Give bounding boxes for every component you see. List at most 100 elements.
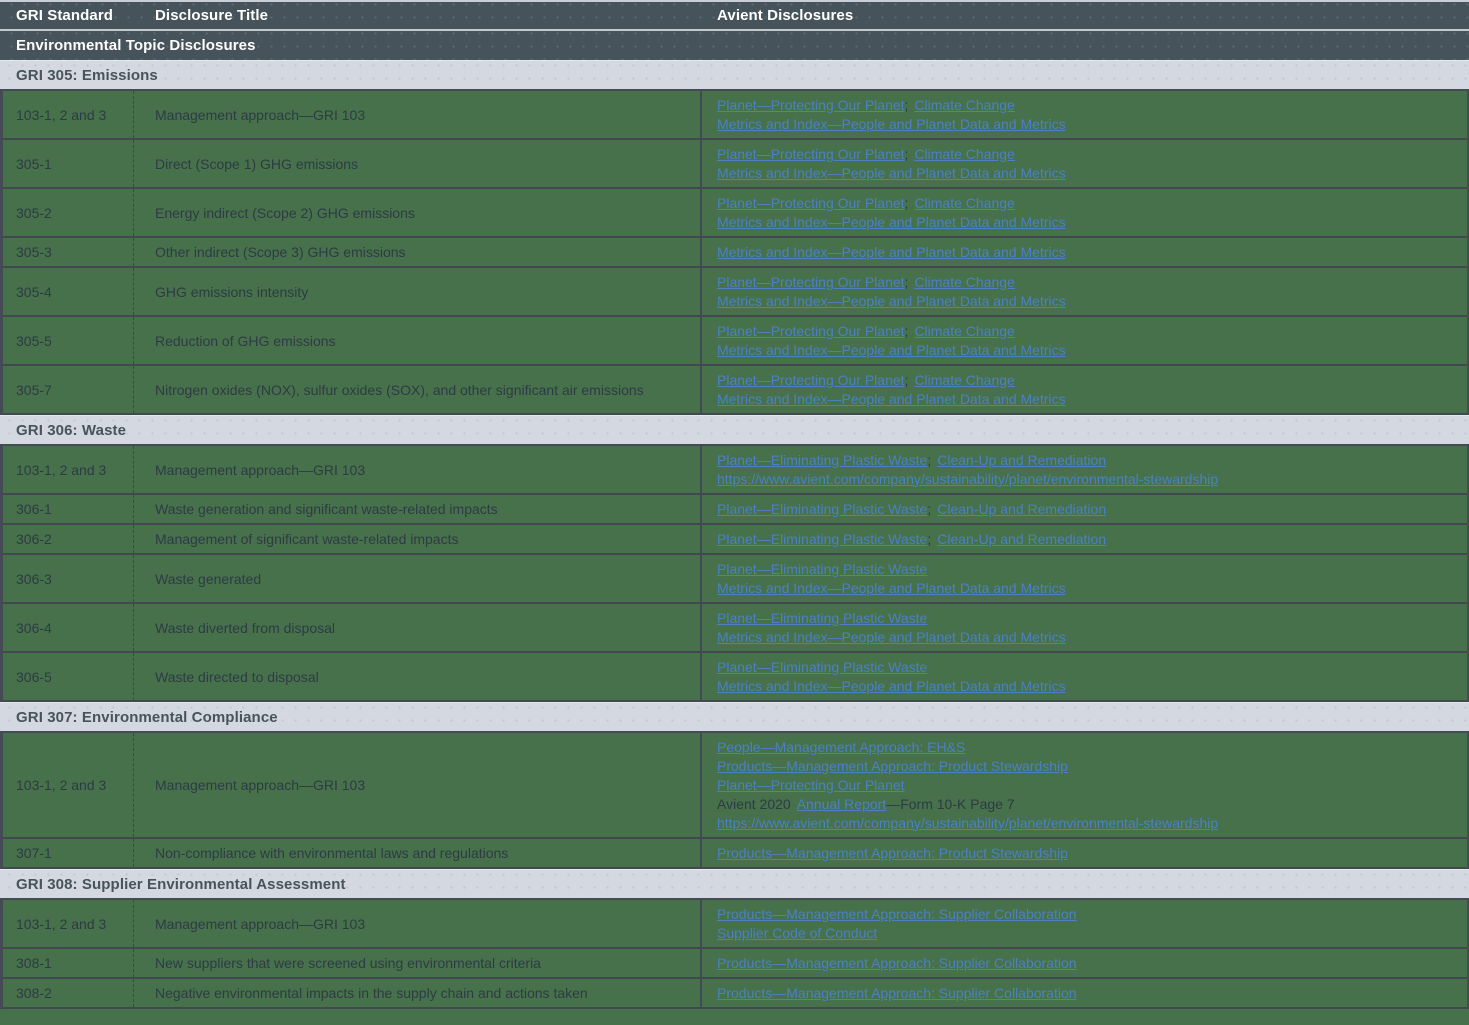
disclosure-title-cell: Energy indirect (Scope 2) GHG emissions bbox=[133, 189, 700, 236]
gri-standard-value: 308-2 bbox=[16, 985, 133, 1001]
disclosure-text: ; bbox=[927, 501, 937, 517]
disclosure-link[interactable]: Clean-Up and Remediation bbox=[937, 452, 1106, 468]
disclosure-link[interactable]: Planet—Eliminating Plastic Waste bbox=[717, 610, 927, 626]
disclosure-title-cell: Waste diverted from disposal bbox=[133, 604, 700, 651]
disclosure-link[interactable]: https://www.avient.com/company/sustainab… bbox=[717, 815, 1218, 831]
disclosure-link[interactable]: People—Management Approach: EH&S bbox=[717, 739, 965, 755]
gri-standard-cell: 308-2 bbox=[3, 979, 133, 1007]
avient-disclosures-cell: Planet—Protecting Our Planet;Climate Cha… bbox=[700, 366, 1467, 413]
disclosure-title-cell: Management approach—GRI 103 bbox=[133, 91, 700, 138]
disclosure-link[interactable]: Climate Change bbox=[914, 323, 1014, 339]
disclosure-link[interactable]: Metrics and Index—People and Planet Data… bbox=[717, 580, 1066, 596]
disclosure-title-cell: Waste directed to disposal bbox=[133, 653, 700, 700]
disclosure-link[interactable]: Climate Change bbox=[914, 146, 1014, 162]
gri-standard-cell: 103-1, 2 and 3 bbox=[3, 900, 133, 947]
disclosure-link[interactable]: Planet—Eliminating Plastic Waste bbox=[717, 452, 927, 468]
disclosure-link[interactable]: Products—Management Approach: Supplier C… bbox=[717, 955, 1077, 971]
section-body: 103-1, 2 and 3 Management approach—GRI 10… bbox=[0, 900, 1469, 1009]
disclosure-link[interactable]: Products—Management Approach: Supplier C… bbox=[717, 906, 1077, 922]
gri-standard-cell: 103-1, 2 and 3 bbox=[3, 733, 133, 837]
disclosure-link[interactable]: Climate Change bbox=[914, 372, 1014, 388]
disclosure-title-cell: Other indirect (Scope 3) GHG emissions bbox=[133, 238, 700, 266]
disclosure-link[interactable]: Metrics and Index—People and Planet Data… bbox=[717, 678, 1066, 694]
section-body: 103-1, 2 and 3Management approach—GRI 10… bbox=[0, 733, 1469, 869]
disclosure-line: Avient 2020Annual Report—Form 10-K Page … bbox=[717, 795, 1467, 814]
disclosure-link[interactable]: Metrics and Index—People and Planet Data… bbox=[717, 165, 1066, 181]
disclosure-title-value: Management approach—GRI 103 bbox=[155, 916, 700, 932]
disclosure-link[interactable]: Planet—Protecting Our Planet bbox=[717, 97, 905, 113]
disclosure-link[interactable]: Planet—Eliminating Plastic Waste bbox=[717, 531, 927, 547]
column-header-disclosure-title: Disclosure Title bbox=[133, 7, 700, 24]
disclosure-link[interactable]: Planet—Protecting Our Planet bbox=[717, 195, 905, 211]
disclosure-link[interactable]: Metrics and Index—People and Planet Data… bbox=[717, 293, 1066, 309]
disclosure-line: Metrics and Index—People and Planet Data… bbox=[717, 579, 1467, 598]
disclosure-link[interactable]: Metrics and Index—People and Planet Data… bbox=[717, 244, 1066, 260]
disclosure-title-cell: New suppliers that were screened using e… bbox=[133, 949, 700, 977]
disclosure-line: Planet—Eliminating Plastic Waste;Clean-U… bbox=[717, 451, 1467, 470]
disclosure-title-cell: Nitrogen oxides (NOX), sulfur oxides (SO… bbox=[133, 366, 700, 413]
disclosure-title-value: Waste generated bbox=[155, 571, 700, 587]
table-row: 305-3Other indirect (Scope 3) GHG emissi… bbox=[3, 238, 1467, 268]
disclosure-link[interactable]: Metrics and Index—People and Planet Data… bbox=[717, 116, 1066, 132]
disclosure-line: Planet—Protecting Our Planet bbox=[717, 776, 1467, 795]
disclosure-link[interactable]: Planet—Protecting Our Planet bbox=[717, 274, 905, 290]
gri-standard-value: 306-5 bbox=[16, 669, 133, 685]
disclosure-title-value: Reduction of GHG emissions bbox=[155, 333, 700, 349]
disclosure-line: Metrics and Index—People and Planet Data… bbox=[717, 243, 1467, 262]
disclosure-link[interactable]: Metrics and Index—People and Planet Data… bbox=[717, 391, 1066, 407]
gri-standard-value: 306-4 bbox=[16, 620, 133, 636]
group-header-row: Environmental Topic Disclosures bbox=[0, 31, 1469, 60]
section-header: GRI 307: Environmental Compliance bbox=[0, 702, 1469, 733]
disclosure-link[interactable]: Climate Change bbox=[914, 195, 1014, 211]
gri-standard-value: 306-2 bbox=[16, 531, 133, 547]
disclosure-link[interactable]: Products—Management Approach: Supplier C… bbox=[717, 985, 1077, 1001]
disclosure-link[interactable]: Products—Management Approach: Product St… bbox=[717, 758, 1068, 774]
gri-standard-cell: 305-3 bbox=[3, 238, 133, 266]
disclosure-line: Products—Management Approach: Product St… bbox=[717, 844, 1467, 863]
gri-standard-cell: 306-5 bbox=[3, 653, 133, 700]
disclosure-link[interactable]: Clean-Up and Remediation bbox=[937, 531, 1106, 547]
disclosure-text: ; bbox=[905, 97, 915, 113]
disclosure-title-value: Direct (Scope 1) GHG emissions bbox=[155, 156, 700, 172]
group-header-title: Environmental Topic Disclosures bbox=[0, 37, 256, 54]
disclosure-title-value: Energy indirect (Scope 2) GHG emissions bbox=[155, 205, 700, 221]
disclosure-line: Planet—Protecting Our Planet;Climate Cha… bbox=[717, 273, 1467, 292]
disclosure-line: Planet—Protecting Our Planet;Climate Cha… bbox=[717, 194, 1467, 213]
disclosure-line: Metrics and Index—People and Planet Data… bbox=[717, 677, 1467, 696]
disclosure-link[interactable]: Climate Change bbox=[914, 274, 1014, 290]
disclosure-link[interactable]: Climate Change bbox=[914, 97, 1014, 113]
disclosure-link[interactable]: Metrics and Index—People and Planet Data… bbox=[717, 629, 1066, 645]
gri-standard-cell: 305-5 bbox=[3, 317, 133, 364]
table-row: 305-4GHG emissions intensityPlanet—Prote… bbox=[3, 268, 1467, 317]
table-row: 306-1Waste generation and significant wa… bbox=[3, 495, 1467, 525]
disclosure-line: https://www.avient.com/company/sustainab… bbox=[717, 814, 1467, 833]
disclosure-link[interactable]: Clean-Up and Remediation bbox=[937, 501, 1106, 517]
disclosure-line: Planet—Eliminating Plastic Waste bbox=[717, 609, 1467, 628]
table-row: 103-1, 2 and 3Management approach—GRI 10… bbox=[3, 91, 1467, 140]
disclosure-link[interactable]: Products—Management Approach: Product St… bbox=[717, 845, 1068, 861]
disclosure-line: Planet—Eliminating Plastic Waste;Clean-U… bbox=[717, 530, 1467, 549]
disclosure-title-cell: Management approach—GRI 103 bbox=[133, 733, 700, 837]
disclosure-line: Products—Management Approach: Supplier C… bbox=[717, 984, 1467, 1003]
disclosure-text: ; bbox=[927, 452, 937, 468]
disclosure-link[interactable]: https://www.avient.com/company/sustainab… bbox=[717, 471, 1218, 487]
disclosure-link[interactable]: Planet—Protecting Our Planet bbox=[717, 146, 905, 162]
disclosure-link[interactable]: Annual Report bbox=[797, 796, 887, 812]
avient-disclosures-cell: Planet—Eliminating Plastic Waste;Clean-U… bbox=[700, 525, 1467, 553]
disclosure-link[interactable]: Planet—Protecting Our Planet bbox=[717, 372, 905, 388]
disclosure-text: Avient 2020 bbox=[717, 796, 797, 812]
disclosure-link[interactable]: Planet—Eliminating Plastic Waste bbox=[717, 659, 927, 675]
disclosure-line: Planet—Eliminating Plastic Waste bbox=[717, 560, 1467, 579]
avient-disclosures-cell: Products—Management Approach: Supplier C… bbox=[700, 979, 1467, 1007]
disclosure-link[interactable]: Metrics and Index—People and Planet Data… bbox=[717, 214, 1066, 230]
table-header-row: GRI Standard Disclosure Title Avient Dis… bbox=[0, 2, 1469, 29]
disclosure-link[interactable]: Planet—Protecting Our Planet bbox=[717, 777, 905, 793]
section-header: GRI 308: Supplier Environmental Assessme… bbox=[0, 869, 1469, 900]
disclosure-link[interactable]: Planet—Eliminating Plastic Waste bbox=[717, 501, 927, 517]
gri-standard-cell: 307-1 bbox=[3, 839, 133, 867]
disclosure-link[interactable]: Metrics and Index—People and Planet Data… bbox=[717, 342, 1066, 358]
disclosure-link[interactable]: Planet—Eliminating Plastic Waste bbox=[717, 561, 927, 577]
disclosure-link[interactable]: Supplier Code of Conduct bbox=[717, 925, 877, 941]
disclosure-link[interactable]: Planet—Protecting Our Planet bbox=[717, 323, 905, 339]
column-header-gri-standard: GRI Standard bbox=[0, 7, 133, 24]
